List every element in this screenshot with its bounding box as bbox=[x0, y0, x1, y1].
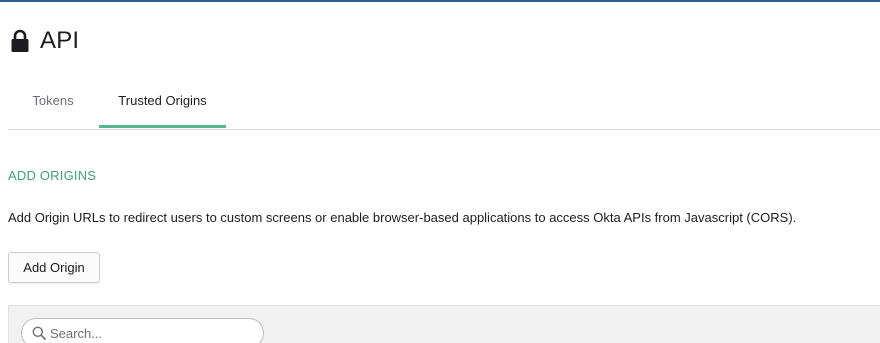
search-panel bbox=[8, 305, 880, 343]
page: API Tokens Trusted Origins ADD ORIGINS A… bbox=[0, 0, 880, 343]
tab-tokens[interactable]: Tokens bbox=[8, 78, 98, 128]
active-tab-indicator bbox=[99, 125, 226, 128]
top-border bbox=[0, 0, 880, 2]
tab-bar: Tokens Trusted Origins bbox=[8, 78, 880, 130]
search-icon bbox=[32, 326, 46, 340]
page-header: API bbox=[10, 26, 79, 56]
add-origin-button[interactable]: Add Origin bbox=[8, 252, 100, 283]
lock-icon bbox=[11, 29, 29, 52]
tab-trusted-origins[interactable]: Trusted Origins bbox=[99, 78, 226, 128]
search-input[interactable] bbox=[50, 325, 240, 341]
search-box[interactable] bbox=[21, 318, 264, 343]
page-title: API bbox=[40, 27, 80, 54]
section-description: Add Origin URLs to redirect users to cus… bbox=[8, 210, 797, 225]
section-heading: ADD ORIGINS bbox=[8, 168, 97, 183]
